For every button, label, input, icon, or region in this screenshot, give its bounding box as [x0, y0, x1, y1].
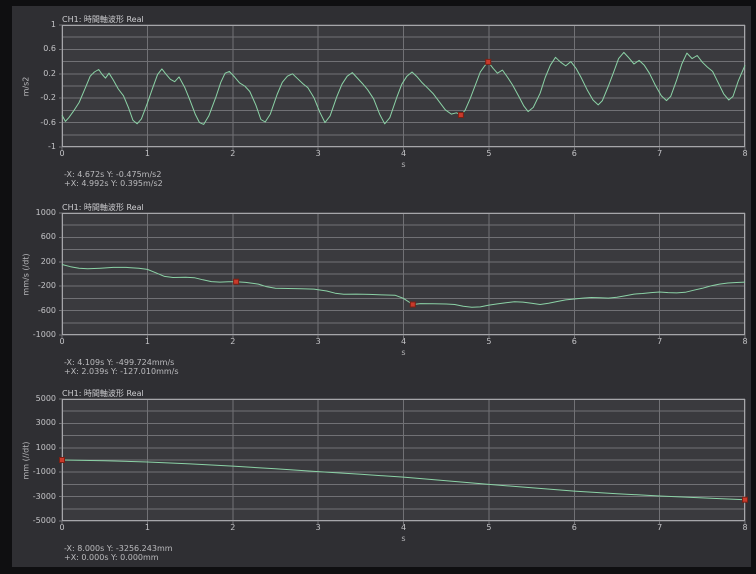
y-axis-unit-label: mm/s (/dt): [21, 252, 31, 296]
x-tick-label: 7: [657, 149, 663, 158]
y-tick-label: -0.2: [40, 93, 56, 103]
x-tick-label: 8: [742, 523, 748, 532]
cursor-readout-neg-x: -X: 4.672s Y: -0.475m/s2: [64, 170, 162, 179]
velocity-waveform-chart: CH1: 時間軸波形 Real mm/s (/dt) s -X: 4.109s …: [0, 196, 756, 386]
plot-area[interactable]: [59, 24, 746, 150]
x-tick-label: 3: [315, 337, 321, 346]
x-tick-label: 5: [486, 149, 492, 158]
cursor-readout-pos-x: +X: 4.992s Y: 0.395m/s2: [64, 179, 163, 188]
window-edge-top: [0, 0, 756, 6]
x-tick-label: 7: [657, 523, 663, 532]
y-tick-label: -1000: [32, 467, 56, 477]
y-tick-label: 1: [50, 20, 56, 29]
waveform-plot-svg: [59, 212, 746, 338]
y-tick-label: -3000: [32, 491, 56, 501]
x-tick-label: 2: [230, 337, 236, 346]
cursor-marker[interactable]: [485, 58, 492, 65]
plot-area[interactable]: [59, 212, 746, 338]
cursor-marker[interactable]: [742, 496, 748, 503]
y-tick-label: -5000: [32, 516, 56, 525]
cursor-marker[interactable]: [409, 301, 416, 308]
y-tick-label: -1000: [32, 330, 56, 339]
y-tick-label: 1000: [35, 442, 56, 452]
y-tick-label: -0.6: [40, 117, 56, 127]
x-tick-label: 1: [144, 149, 150, 158]
y-tick-label: 200: [40, 256, 56, 266]
x-tick-label: 4: [400, 523, 407, 532]
waveform-plot-svg: [59, 398, 748, 524]
chart-title: CH1: 時間軸波形 Real: [62, 389, 144, 398]
x-axis-label: s: [401, 348, 406, 357]
x-tick-label: 1: [144, 337, 150, 346]
waveform-plot-svg: [59, 24, 746, 150]
y-tick-label: 5000: [35, 394, 56, 403]
x-tick-label: 2: [230, 149, 236, 158]
cursor-readout-neg-x: -X: 8.000s Y: -3256.243mm: [64, 544, 173, 553]
cursor-readout-pos-x: +X: 2.039s Y: -127.010mm/s: [64, 367, 179, 376]
x-axis-label: s: [401, 534, 406, 543]
x-tick-label: 4: [400, 337, 407, 346]
x-tick-label: 2: [230, 523, 236, 532]
x-tick-label: 6: [571, 523, 577, 532]
acceleration-waveform-chart: CH1: 時間軸波形 Real m/s2 s -X: 4.672s Y: -0.…: [0, 8, 756, 198]
y-tick-label: -600: [37, 305, 56, 315]
x-tick-label: 6: [571, 337, 577, 346]
cursor-readout-neg-x: -X: 4.109s Y: -499.724mm/s: [64, 358, 175, 367]
y-tick-label: 0.2: [43, 68, 56, 78]
y-tick-label: 0.6: [43, 44, 56, 54]
plot-area[interactable]: [59, 398, 748, 524]
x-tick-label: 8: [742, 149, 748, 158]
y-tick-label: -1: [48, 142, 56, 151]
y-tick-label: 1000: [35, 208, 56, 217]
y-axis-unit-label: m/s2: [21, 76, 31, 96]
x-tick-label: 5: [486, 523, 492, 532]
x-tick-label: 8: [742, 337, 748, 346]
y-tick-label: 3000: [35, 418, 56, 428]
y-axis-unit-label: mm (//dt): [21, 441, 31, 479]
chart-title: CH1: 時間軸波形 Real: [62, 15, 144, 24]
cursor-marker[interactable]: [59, 457, 65, 463]
x-axis-label: s: [401, 160, 406, 169]
displacement-waveform-chart: CH1: 時間軸波形 Real mm (//dt) s -X: 8.000s Y…: [0, 382, 756, 572]
x-tick-label: 3: [315, 149, 321, 158]
chart-title: CH1: 時間軸波形 Real: [62, 203, 144, 212]
x-tick-label: 1: [144, 523, 150, 532]
x-tick-label: 4: [400, 149, 407, 158]
cursor-marker[interactable]: [233, 278, 240, 285]
y-tick-label: 600: [40, 232, 56, 242]
x-tick-label: 3: [315, 523, 321, 532]
y-tick-label: -200: [37, 281, 56, 291]
x-tick-label: 5: [486, 337, 492, 346]
x-tick-label: 6: [571, 149, 577, 158]
x-tick-label: 7: [657, 337, 663, 346]
cursor-marker[interactable]: [457, 112, 464, 118]
cursor-readout-pos-x: +X: 0.000s Y: 0.000mm: [64, 553, 159, 562]
